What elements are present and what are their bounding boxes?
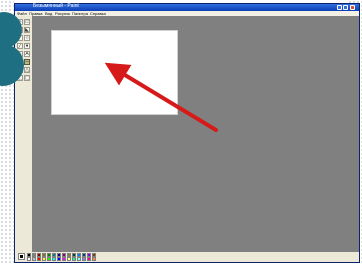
palette-swatch[interactable] (27, 257, 31, 261)
polygon-icon[interactable]: △ (24, 67, 30, 73)
text-icon[interactable]: A (24, 51, 30, 57)
palette-swatch[interactable] (92, 257, 96, 261)
rounded-rect-icon[interactable]: ▢ (24, 75, 30, 81)
minimize-button[interactable] (337, 5, 342, 10)
curve-icon[interactable]: ∼ (24, 59, 30, 65)
rect-select-icon[interactable]: ▭ (24, 19, 30, 25)
palette-swatch[interactable] (52, 257, 56, 261)
workspace (32, 16, 359, 252)
fill-icon[interactable]: ◣ (24, 27, 30, 33)
palette-swatch[interactable] (82, 257, 86, 261)
palette-swatch[interactable] (72, 257, 76, 261)
palette-swatch[interactable] (67, 257, 71, 261)
palette-swatch[interactable] (77, 257, 81, 261)
window-title: Безымянный - Paint (33, 3, 79, 9)
palette-swatch[interactable] (42, 257, 46, 261)
menu-file[interactable]: Файл (17, 11, 27, 16)
magnifier-icon[interactable]: ○ (24, 35, 30, 41)
brush-icon[interactable]: ♦ (24, 43, 30, 49)
title-bar: Безымянный - Paint (15, 3, 359, 11)
palette-swatch[interactable] (57, 257, 61, 261)
pencil-icon[interactable]: ╱ (17, 43, 23, 49)
palette-swatch[interactable] (47, 257, 51, 261)
close-button[interactable] (350, 5, 355, 10)
foreground-color (20, 255, 23, 258)
palette-swatch[interactable] (87, 257, 91, 261)
palette-swatch[interactable] (32, 257, 36, 261)
paint-window: Безымянный - Paint Файл Правка Вид Рисун… (14, 3, 360, 263)
palette-swatch[interactable] (37, 257, 41, 261)
maximize-button[interactable] (343, 5, 348, 10)
drawing-canvas[interactable] (51, 30, 178, 115)
current-color-indicator[interactable] (18, 253, 25, 260)
color-palette (18, 252, 108, 262)
palette-swatch[interactable] (62, 257, 66, 261)
